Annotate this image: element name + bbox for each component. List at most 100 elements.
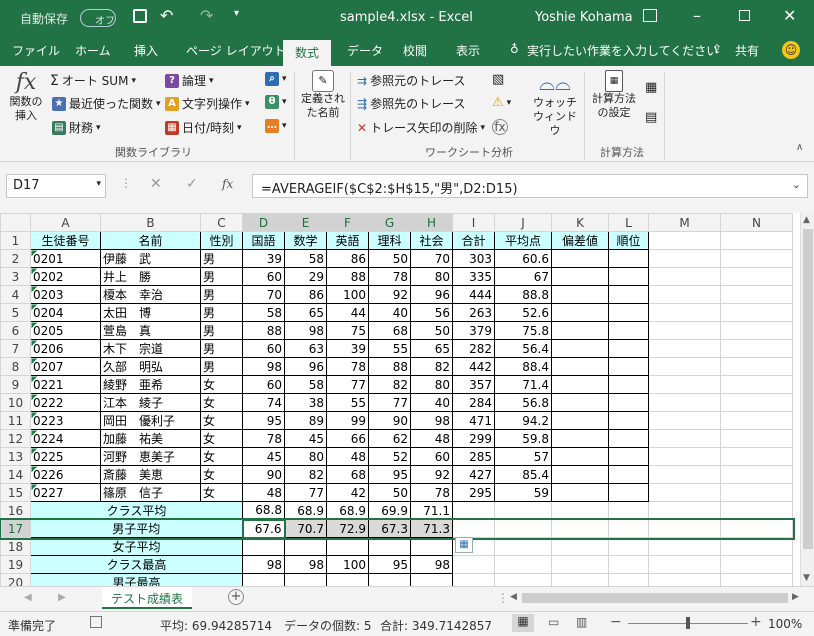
cell[interactable]: 0205	[30, 321, 101, 340]
cell[interactable]	[720, 339, 793, 358]
cell[interactable]: 96	[410, 285, 453, 304]
cell[interactable]: 0202	[30, 267, 101, 286]
row-header[interactable]: 9	[0, 375, 31, 394]
cell[interactable]: 0223	[30, 411, 101, 430]
row-header[interactable]: 18	[0, 537, 31, 556]
cell[interactable]	[720, 573, 793, 586]
column-header-J[interactable]: J	[494, 213, 552, 232]
cell[interactable]	[608, 501, 649, 520]
qat-customize-icon[interactable]: ▾	[234, 8, 239, 19]
cell[interactable]	[494, 537, 552, 556]
cell[interactable]: 60.6	[494, 249, 552, 268]
cell[interactable]: 59.8	[494, 429, 552, 448]
cell[interactable]	[720, 555, 793, 574]
row-header[interactable]: 19	[0, 555, 31, 574]
cell[interactable]	[608, 357, 649, 376]
cell[interactable]: 98	[242, 555, 285, 574]
row-header[interactable]: 16	[0, 501, 31, 520]
autosave-toggle[interactable]: オフ	[80, 9, 116, 27]
cell[interactable]: 90	[368, 411, 411, 430]
trace-precedents-button[interactable]: ⇉ 参照元のトレース	[357, 72, 465, 89]
text-functions-button[interactable]: A 文字列操作 ▾	[165, 95, 250, 112]
cell[interactable]	[551, 519, 609, 538]
row-header[interactable]: 14	[0, 465, 31, 484]
financial-button[interactable]: ▤ 財務 ▾	[52, 119, 101, 136]
column-title-cell[interactable]: 順位	[608, 231, 649, 250]
cell[interactable]: 加藤 祐美	[100, 429, 201, 448]
cell[interactable]: 86	[326, 249, 369, 268]
cell[interactable]: 70	[410, 249, 453, 268]
add-sheet-icon[interactable]: +	[228, 589, 244, 605]
cell[interactable]: 99	[326, 411, 369, 430]
cell[interactable]: 68	[326, 465, 369, 484]
cell[interactable]: 89	[284, 411, 327, 430]
cell[interactable]: 60	[410, 447, 453, 466]
cell[interactable]: 0227	[30, 483, 101, 502]
cell[interactable]	[608, 303, 649, 322]
cell[interactable]	[608, 285, 649, 304]
cell[interactable]	[608, 249, 649, 268]
cell[interactable]: 65	[284, 303, 327, 322]
cell[interactable]: 71.1	[410, 501, 453, 520]
status-average[interactable]: 平均: 69.94285714	[160, 617, 272, 634]
cell[interactable]	[648, 303, 721, 322]
remove-arrows-button[interactable]: ✕ トレース矢印の削除 ▾	[357, 119, 485, 136]
logical-button[interactable]: ? 論理 ▾	[165, 72, 214, 89]
expand-formula-icon[interactable]: ⌄	[792, 178, 801, 191]
column-header-N[interactable]: N	[720, 213, 793, 232]
cell[interactable]: 女	[200, 375, 243, 394]
cell[interactable]	[551, 357, 609, 376]
redo-icon[interactable]: ↷	[200, 6, 213, 25]
collapse-ribbon-icon[interactable]: ∧	[796, 142, 803, 153]
cell[interactable]	[551, 393, 609, 412]
cell[interactable]	[608, 411, 649, 430]
cell[interactable]: 62	[368, 429, 411, 448]
cell[interactable]	[648, 519, 721, 538]
cell[interactable]	[720, 429, 793, 448]
more-functions-button[interactable]: … ▾	[265, 119, 287, 133]
error-checking-button[interactable]: ⚠ ▾	[492, 95, 511, 110]
cell[interactable]: 木下 宗道	[100, 339, 201, 358]
cell[interactable]: 70.7	[284, 519, 327, 538]
cell[interactable]	[284, 573, 327, 586]
math-trig-button[interactable]: θ ▾	[265, 95, 287, 109]
cell[interactable]: 88.4	[494, 357, 552, 376]
cell[interactable]	[551, 303, 609, 322]
cell[interactable]	[551, 447, 609, 466]
trace-dependents-button[interactable]: ⇶ 参照先のトレース	[357, 95, 465, 112]
zoom-slider-thumb[interactable]	[686, 617, 690, 629]
column-title-cell[interactable]: 社会	[410, 231, 453, 250]
cell[interactable]: 284	[452, 393, 495, 412]
cell[interactable]	[452, 555, 495, 574]
cell[interactable]: 女	[200, 465, 243, 484]
cell[interactable]	[452, 519, 495, 538]
cell[interactable]	[608, 447, 649, 466]
cell[interactable]: 女	[200, 447, 243, 466]
column-header-C[interactable]: C	[200, 213, 243, 232]
cell[interactable]	[551, 483, 609, 502]
cell[interactable]	[608, 429, 649, 448]
cell[interactable]: 78	[242, 429, 285, 448]
row-header[interactable]: 10	[0, 393, 31, 412]
cell[interactable]	[242, 573, 285, 586]
cell[interactable]	[551, 411, 609, 430]
cell[interactable]	[608, 483, 649, 502]
row-header[interactable]: 4	[0, 285, 31, 304]
cell[interactable]: 男	[200, 339, 243, 358]
cell[interactable]: 45	[242, 447, 285, 466]
cell[interactable]	[648, 411, 721, 430]
calc-sheet-button[interactable]: ▤	[645, 110, 657, 125]
cell[interactable]	[608, 339, 649, 358]
cell[interactable]: 444	[452, 285, 495, 304]
cell[interactable]: 女	[200, 483, 243, 502]
row-header[interactable]: 20	[0, 573, 31, 586]
name-box[interactable]: D17 ▾	[6, 174, 106, 198]
cell[interactable]: 篠原 信子	[100, 483, 201, 502]
define-name-button[interactable]: ✎ 定義され た名前	[300, 70, 346, 120]
save-icon[interactable]	[133, 9, 147, 23]
row-header[interactable]: 12	[0, 429, 31, 448]
cell[interactable]: 久部 明弘	[100, 357, 201, 376]
cell[interactable]: 263	[452, 303, 495, 322]
cell[interactable]: 70	[242, 285, 285, 304]
cell[interactable]: 74	[242, 393, 285, 412]
